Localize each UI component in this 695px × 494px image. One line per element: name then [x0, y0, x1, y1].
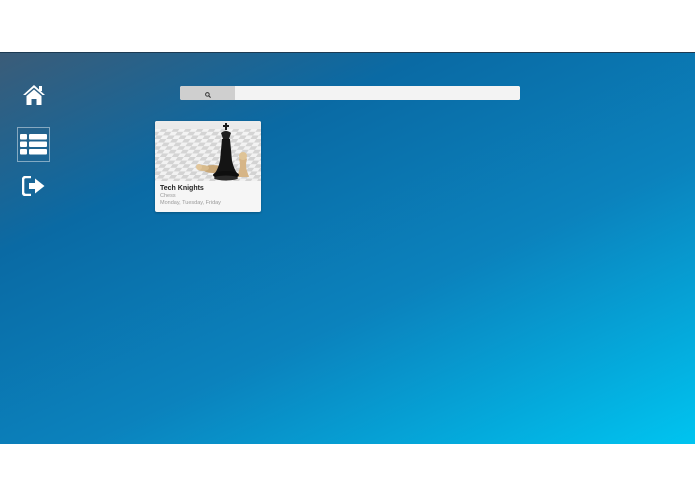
home-icon	[22, 84, 46, 106]
club-card[interactable]: Tech Knights Chess Monday, Tuesday, Frid…	[155, 121, 261, 212]
sidebar-item-home[interactable]	[17, 77, 50, 112]
list-icon	[20, 134, 47, 155]
search-bar	[180, 86, 520, 100]
club-category: Chess	[160, 193, 176, 199]
sign-out-icon	[21, 175, 46, 196]
app-background: Tech Knights Chess Monday, Tuesday, Frid…	[0, 52, 695, 444]
search-icon	[204, 86, 211, 100]
sidebar-item-logout[interactable]	[17, 168, 50, 203]
sidebar	[0, 53, 66, 444]
sidebar-item-list[interactable]	[17, 127, 50, 162]
card-body: Tech Knights Chess Monday, Tuesday, Frid…	[155, 181, 261, 207]
chess-pieces-image	[155, 121, 261, 181]
search-button[interactable]	[180, 86, 235, 100]
club-title: Tech Knights	[160, 185, 204, 192]
search-input[interactable]	[235, 86, 520, 100]
club-days: Monday, Tuesday, Friday	[160, 200, 221, 206]
